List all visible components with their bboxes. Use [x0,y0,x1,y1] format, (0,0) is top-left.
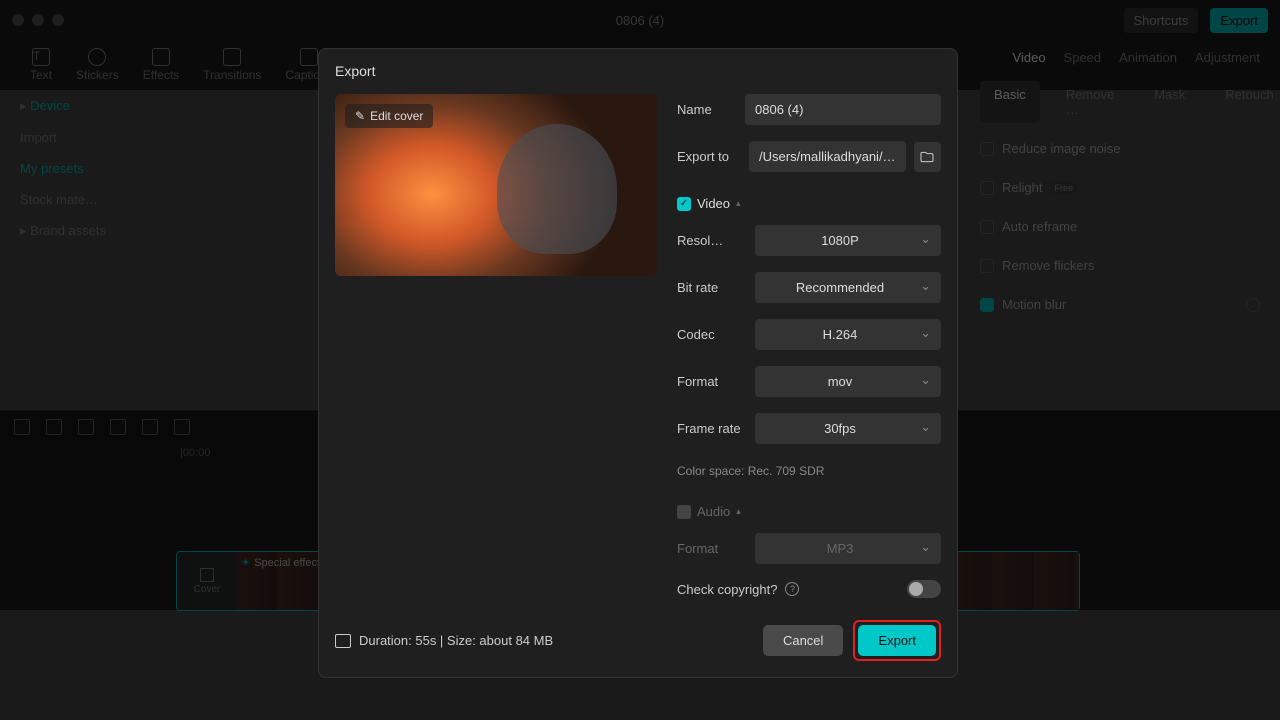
video-section[interactable]: ✓ Video ▴ [677,196,941,211]
cover-preview: ✎ Edit cover [335,94,657,276]
pointer-tool[interactable] [14,419,30,435]
export-to-label: Export to [677,149,741,164]
name-label: Name [677,102,737,117]
color-space: Color space: Rec. 709 SDR [677,464,941,478]
bitrate-select[interactable]: Recommended [755,272,941,303]
timecode: |00:00 [180,447,210,459]
cancel-button[interactable]: Cancel [763,625,843,656]
format-label: Format [677,374,747,389]
title-bar: 0806 (4) Shortcuts Export [0,0,1280,40]
name-input[interactable] [745,94,941,125]
opt-reduce-noise[interactable]: Reduce image noise [970,129,1270,168]
rtab-speed[interactable]: Speed [1064,50,1102,65]
split-tool[interactable] [78,419,94,435]
sidebar-brand[interactable]: Brand assets [10,215,140,247]
tool-b[interactable] [142,419,158,435]
cover-button[interactable]: Cover [177,552,237,610]
shortcuts-button[interactable]: Shortcuts [1124,8,1199,33]
export-dialog: Export ✎ Edit cover Name Export to /User… [318,48,958,678]
opt-relight[interactable]: RelightFree [970,168,1270,207]
resolution-label: Resol… [677,233,747,248]
window-controls[interactable] [12,14,64,26]
resolution-select[interactable]: 1080P [755,225,941,256]
subtab-basic[interactable]: Basic [980,81,1040,123]
inspector: Video Speed Animation Adjustment Basic R… [970,40,1270,324]
crop-tool[interactable] [174,419,190,435]
folder-icon [919,149,935,165]
audio-checkbox[interactable] [677,505,691,519]
framerate-label: Frame rate [677,421,747,436]
sidebar-stock[interactable]: Stock mate… [10,184,140,215]
rtab-animation[interactable]: Animation [1119,50,1177,65]
opt-motion-blur[interactable]: Motion blur [970,285,1270,324]
tool-a[interactable] [110,419,126,435]
browse-folder-button[interactable] [914,142,941,172]
duration-info: Duration: 55s | Size: about 84 MB [335,633,553,648]
subtab-retouch[interactable]: Retouch [1211,81,1280,123]
rtab-adjustment[interactable]: Adjustment [1195,50,1260,65]
dialog-title: Export [319,49,957,94]
rtab-video[interactable]: Video [1013,50,1046,65]
window-title: 0806 (4) [616,13,664,28]
tab-transitions[interactable]: Transitions [203,48,261,82]
sidebar-device[interactable]: Device [10,90,140,122]
sidebar-presets[interactable]: My presets [10,153,140,184]
subtab-mask[interactable]: Mask [1140,81,1199,123]
export-button-top[interactable]: Export [1210,8,1268,33]
opt-remove-flickers[interactable]: Remove flickers [970,246,1270,285]
refresh-icon[interactable] [1246,298,1260,312]
format-select[interactable]: mov [755,366,941,397]
pencil-icon: ✎ [355,109,365,123]
audio-format-select: MP3 [755,533,941,564]
video-checkbox[interactable]: ✓ [677,197,691,211]
sidebar: Device Import My presets Stock mate… Bra… [10,90,140,247]
edit-cover-button[interactable]: ✎ Edit cover [345,104,433,128]
film-icon [335,634,351,648]
tab-stickers[interactable]: Stickers [76,48,119,82]
collapse-icon: ▴ [736,198,741,209]
export-path: /Users/mallikadhyani/… [749,141,906,172]
info-icon[interactable]: ? [785,582,799,596]
tab-effects[interactable]: Effects [143,48,179,82]
audio-section[interactable]: Audio ▴ [677,504,941,519]
collapse-icon: ▴ [736,506,741,517]
sidebar-import[interactable]: Import [10,122,140,153]
codec-label: Codec [677,327,747,342]
bitrate-label: Bit rate [677,280,747,295]
export-button[interactable]: Export [858,625,936,656]
export-highlight: Export [853,620,941,661]
tab-text[interactable]: TText [30,48,52,82]
framerate-select[interactable]: 30fps [755,413,941,444]
check-copyright-label: Check copyright? [677,582,777,597]
opt-auto-reframe[interactable]: Auto reframe [970,207,1270,246]
audio-format-label: Format [677,541,747,556]
codec-select[interactable]: H.264 [755,319,941,350]
undo-tool[interactable] [46,419,62,435]
subtab-remove[interactable]: Remove … [1052,81,1128,123]
copyright-toggle[interactable] [907,580,941,598]
